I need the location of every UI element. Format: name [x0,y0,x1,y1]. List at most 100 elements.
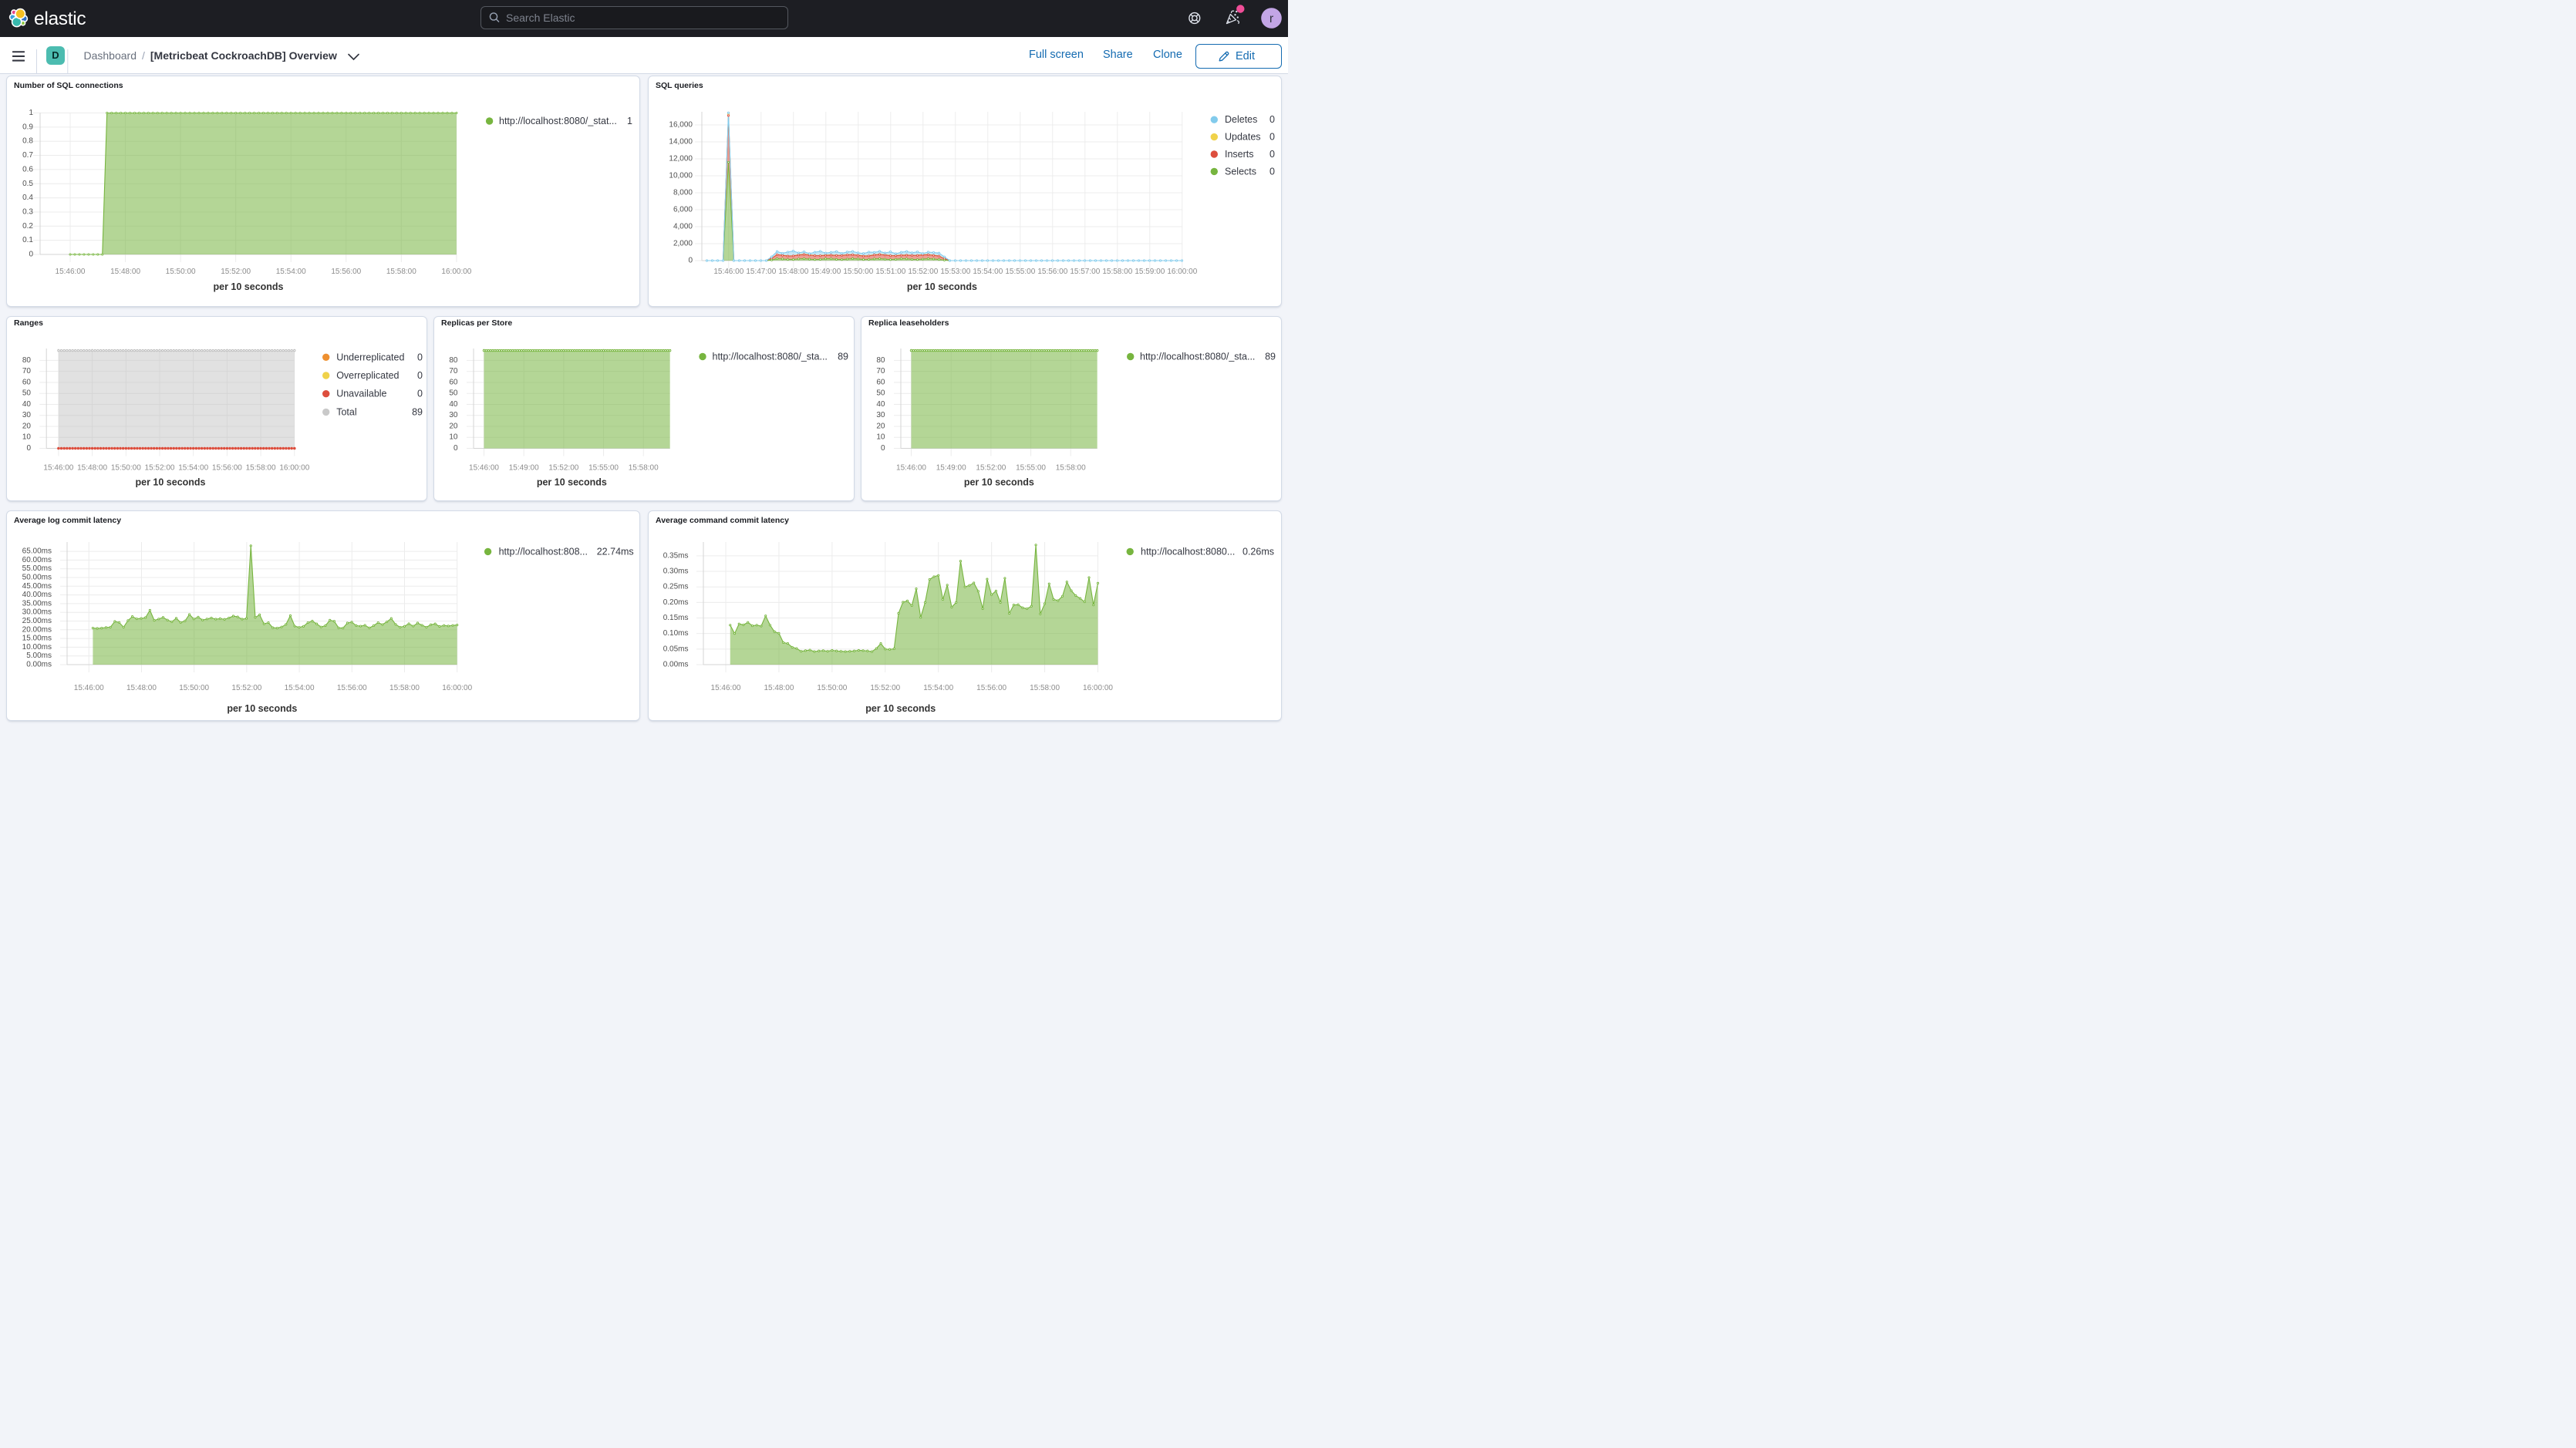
svg-text:http://localhost:8080/_sta...: http://localhost:8080/_sta... [1140,352,1255,362]
svg-text:0.6: 0.6 [22,165,33,173]
svg-text:0: 0 [1269,114,1275,125]
svg-text:Selects: Selects [1225,166,1256,177]
svg-text:0: 0 [417,352,423,362]
svg-text:Updates: Updates [1225,132,1261,143]
svg-text:15:55:00: 15:55:00 [588,464,619,473]
svg-text:15:58:00: 15:58:00 [1030,684,1060,692]
svg-text:40: 40 [876,400,885,409]
svg-text:per 10 seconds: per 10 seconds [227,703,297,714]
svg-text:40: 40 [22,400,32,409]
svg-text:0: 0 [1269,132,1275,143]
svg-text:15:46:00: 15:46:00 [469,464,499,473]
svg-text:80: 80 [22,356,32,365]
svg-text:15:48:00: 15:48:00 [77,464,107,473]
svg-text:65.00ms: 65.00ms [22,547,52,556]
svg-text:15:46:00: 15:46:00 [713,268,743,276]
svg-text:40: 40 [449,400,458,409]
svg-text:45.00ms: 45.00ms [22,582,52,591]
svg-text:15:52:00: 15:52:00 [870,684,900,692]
svg-text:15:58:00: 15:58:00 [629,464,659,473]
svg-text:30: 30 [876,411,885,419]
svg-text:15:56:00: 15:56:00 [1037,268,1067,276]
svg-text:16:00:00: 16:00:00 [1083,684,1113,692]
svg-text:0: 0 [1269,149,1275,160]
svg-text:14,000: 14,000 [669,138,693,146]
svg-text:10.00ms: 10.00ms [22,643,52,652]
svg-text:20: 20 [876,422,885,430]
svg-text:15:58:00: 15:58:00 [386,268,416,276]
svg-text:per 10 seconds: per 10 seconds [865,703,936,714]
svg-text:50: 50 [876,389,885,398]
svg-text:15:47:00: 15:47:00 [746,268,776,276]
svg-text:0.5: 0.5 [22,180,33,188]
svg-text:15:52:00: 15:52:00 [976,464,1006,473]
svg-text:15:54:00: 15:54:00 [973,268,1003,276]
svg-text:0: 0 [1269,166,1275,177]
svg-text:0: 0 [881,444,885,453]
svg-text:15:58:00: 15:58:00 [246,464,276,473]
svg-text:r: r [1269,12,1274,25]
svg-text:http://localhost:808...: http://localhost:808... [499,546,588,557]
svg-text:per 10 seconds: per 10 seconds [964,477,1034,488]
svg-text:15:46:00: 15:46:00 [56,268,86,276]
svg-text:30: 30 [449,411,458,419]
svg-text:15:57:00: 15:57:00 [1070,268,1100,276]
svg-text:15:54:00: 15:54:00 [923,684,953,692]
svg-text:15:49:00: 15:49:00 [509,464,539,473]
svg-text:Inserts: Inserts [1225,149,1254,160]
svg-text:0.05ms: 0.05ms [663,645,689,653]
svg-text:0.15ms: 0.15ms [663,614,689,622]
svg-text:15:58:00: 15:58:00 [1102,268,1132,276]
svg-text:80: 80 [876,356,885,365]
svg-text:15:46:00: 15:46:00 [43,464,73,473]
svg-text:15:46:00: 15:46:00 [74,684,104,692]
svg-text:12,000: 12,000 [669,155,693,163]
svg-text:0.2: 0.2 [22,222,33,231]
svg-text:20: 20 [449,422,458,430]
svg-text:1: 1 [29,109,33,117]
svg-text:22.74ms: 22.74ms [597,546,634,557]
svg-text:15:54:00: 15:54:00 [276,268,306,276]
svg-text:15:48:00: 15:48:00 [110,268,140,276]
svg-text:89: 89 [412,406,423,417]
svg-text:89: 89 [838,352,848,362]
svg-text:15:52:00: 15:52:00 [145,464,175,473]
svg-text:2,000: 2,000 [673,240,693,248]
svg-text:15:49:00: 15:49:00 [936,464,966,473]
svg-text:60: 60 [449,378,458,386]
svg-text:15:52:00: 15:52:00 [221,268,251,276]
svg-text:0: 0 [417,389,423,399]
svg-text:50.00ms: 50.00ms [22,574,52,582]
svg-text:16:00:00: 16:00:00 [1167,268,1197,276]
svg-text:0.00ms: 0.00ms [663,661,689,669]
svg-text:4,000: 4,000 [673,223,693,231]
svg-text:15:52:00: 15:52:00 [548,464,578,473]
svg-text:0.25ms: 0.25ms [663,583,689,591]
svg-text:8,000: 8,000 [673,189,693,197]
svg-text:16:00:00: 16:00:00 [441,268,471,276]
svg-text:15.00ms: 15.00ms [22,635,52,643]
svg-text:15:49:00: 15:49:00 [811,268,841,276]
svg-text:15:50:00: 15:50:00 [817,684,847,692]
svg-text:0.1: 0.1 [22,236,33,244]
svg-text:per 10 seconds: per 10 seconds [213,281,283,292]
svg-text:60: 60 [22,378,32,386]
svg-text:0: 0 [417,370,423,381]
svg-text:0.3: 0.3 [22,207,33,216]
svg-text:15:53:00: 15:53:00 [940,268,970,276]
svg-text:30.00ms: 30.00ms [22,608,52,617]
svg-text:0.7: 0.7 [22,151,33,160]
svg-text:15:50:00: 15:50:00 [179,684,209,692]
svg-text:16,000: 16,000 [669,121,693,130]
svg-text:0: 0 [26,444,31,453]
svg-text:0.4: 0.4 [22,194,33,202]
svg-text:16:00:00: 16:00:00 [442,684,472,692]
svg-text:10: 10 [22,433,32,442]
svg-text:0: 0 [29,251,33,259]
svg-text:1: 1 [627,116,632,126]
svg-text:10: 10 [449,433,458,442]
svg-text:16:00:00: 16:00:00 [279,464,309,473]
svg-text:0.20ms: 0.20ms [663,598,689,607]
svg-text:http://localhost:8080...: http://localhost:8080... [1141,546,1235,557]
svg-text:http://localhost:8080/_sta...: http://localhost:8080/_sta... [713,352,828,362]
